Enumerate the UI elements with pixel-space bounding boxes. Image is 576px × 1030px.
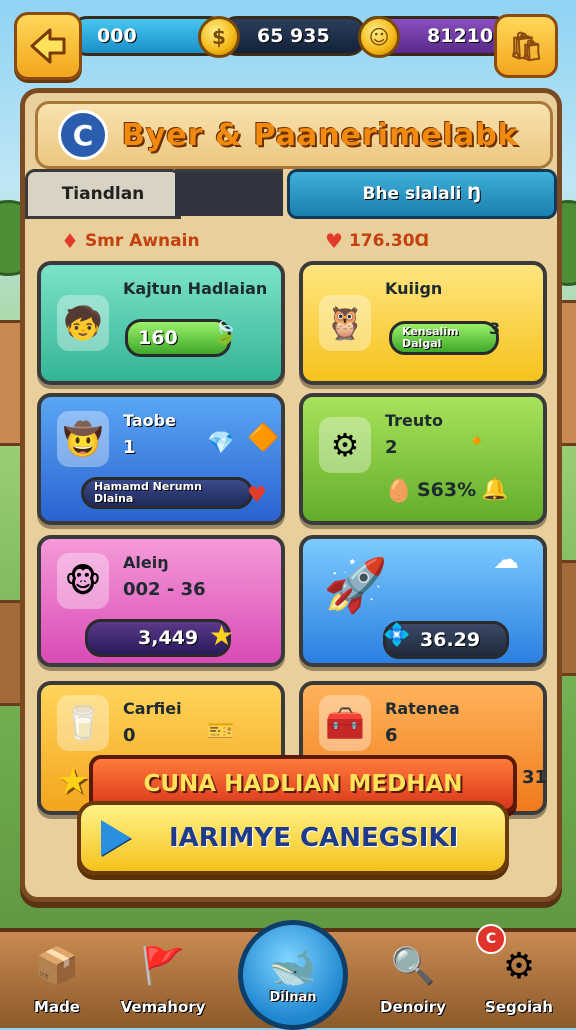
card-number: 2: [385, 437, 398, 458]
star-icon: ★: [57, 761, 90, 802]
chest-icon: 🧰: [319, 695, 371, 751]
card-number: 0: [123, 725, 136, 746]
card-name: Treuto: [385, 411, 443, 430]
flag-icon: 🚩: [140, 946, 186, 987]
heart-icon: ♥: [325, 229, 343, 253]
smile-coin-icon: ☺: [358, 16, 400, 58]
nav-label: Dilnan: [269, 990, 317, 1005]
tab-left[interactable]: Tiandlan: [25, 169, 181, 219]
shop-bag-icon: 🛍: [508, 29, 544, 63]
card-number: 002 - 36: [123, 579, 206, 600]
nav-item-vemahory[interactable]: 🚩 Vemahory: [118, 940, 208, 1024]
gem-icon: 💎: [207, 431, 235, 456]
card-name: Taobe: [123, 411, 176, 430]
card-value-pill: Kensalim Dalgal: [389, 321, 499, 355]
card-badge: 3: [489, 319, 501, 338]
tab-bar: Tiandlan Bhe slalali Ŋ: [25, 169, 557, 219]
card-value: S63%: [417, 479, 477, 501]
nav-label: Made: [34, 998, 80, 1016]
bottom-nav: 📦 Made 🚩 Vemahory 🐋 Dilnan 🔍 Denoiry ⚙ S…: [0, 920, 576, 1030]
main-panel: C Byer & Paanerimelabk Tiandlan Bhe slal…: [20, 88, 562, 902]
star-icon: ★: [209, 619, 235, 652]
section-header-row: ♦ Smr Awnain ♥ 176.30Ɑ: [25, 229, 557, 259]
tab-right[interactable]: Bhe slalali Ŋ: [287, 169, 557, 219]
title-bar: C Byer & Paanerimelabk: [35, 101, 553, 169]
resource-1-value: 000: [97, 25, 137, 47]
creature-avatar-icon: 🦉: [319, 295, 371, 351]
section-label-left: ♦ Smr Awnain: [61, 229, 200, 253]
play-cta-label: IARIMYE CANEGSIKI: [169, 823, 459, 853]
card-3[interactable]: 🤠 Taobe 1 💎 🔶 Hamamd Nerumn Dlaina ♥: [37, 393, 285, 525]
card-number: 6: [385, 725, 398, 746]
nav-label: Denoiry: [380, 998, 446, 1016]
back-button[interactable]: [14, 12, 82, 80]
card-4[interactable]: ⚙ Treuto 2 🔸 🥚 S63% 🔔: [299, 393, 547, 525]
nav-label: Vemahory: [120, 998, 206, 1016]
section-right-text: 176.30Ɑ: [348, 231, 430, 251]
box-icon: 📦: [34, 946, 80, 987]
machine-icon: ⚙: [319, 417, 371, 473]
card-name: Carfiei: [123, 699, 182, 718]
seed-icon: 🥚: [385, 479, 413, 504]
card-5[interactable]: 🐵 Aleiŋ 002 - 36 3,449 ★: [37, 535, 285, 667]
leaf-icon: 🍃: [211, 321, 239, 346]
mug-icon: 🥛: [57, 695, 109, 751]
shop-button[interactable]: 🛍: [494, 14, 558, 78]
card-value: Hamamd Nerumn Dlaina: [94, 480, 202, 505]
card-name: Kuiign: [385, 279, 443, 298]
gem-icon: 💠: [383, 623, 411, 648]
card-name: Aleiŋ: [123, 553, 169, 572]
character-avatar-icon: 🤠: [57, 411, 109, 467]
rocket-icon: 🚀: [323, 556, 388, 616]
character-avatar-icon: 🐵: [57, 553, 109, 609]
ribbon-side-value: 31: [521, 767, 547, 788]
creature-icon: 🐋: [269, 945, 317, 989]
top-resource-bar: 000 65 935 812101 $ ☺ 🛍: [0, 6, 576, 80]
card-value: 3,449: [138, 627, 199, 649]
card-2[interactable]: 🦉 Kuiign Kensalim Dalgal 3: [299, 261, 547, 385]
play-cta-button[interactable]: IARIMYE CANEGSIKI: [77, 801, 509, 875]
magnifier-icon: 🔍: [390, 946, 436, 987]
promo-ribbon-text: CUNA HADLIAN MEDHAN: [143, 771, 463, 797]
card-name: Kajtun Hadlaian: [123, 279, 268, 298]
play-icon: [101, 820, 131, 856]
character-avatar-icon: 🧒: [57, 295, 109, 351]
heart-icon: ♦: [61, 229, 79, 253]
card-name: Ratenea: [385, 699, 460, 718]
cloud-icon: ☁: [493, 545, 519, 575]
resource-bar-2: 65 935: [220, 16, 366, 56]
section-label-right: ♥ 176.30Ɑ: [325, 229, 429, 253]
crystal-icon: 🔸: [463, 429, 491, 454]
card-value: 160: [138, 327, 178, 349]
crystal-icon: 🔶: [247, 423, 280, 453]
arrow-left-icon: [30, 28, 66, 64]
coin-icon: $: [198, 16, 240, 58]
notification-badge: C: [476, 924, 506, 954]
resource-2-value: 65 935: [257, 25, 330, 47]
card-value: 36.29: [420, 629, 481, 651]
tab-spacer: [175, 169, 283, 216]
card-6[interactable]: 🚀 ☁ 36.29 💠: [299, 535, 547, 667]
card-value: Kensalim Dalgal: [402, 325, 459, 350]
card-value-pill: Hamamd Nerumn Dlaina: [81, 477, 253, 509]
nav-item-made[interactable]: 📦 Made: [12, 940, 102, 1024]
logo-icon: C: [58, 110, 108, 160]
card-number: 1: [123, 437, 136, 458]
section-left-text: Smr Awnain: [84, 231, 200, 251]
bell-icon: 🔔: [481, 477, 509, 502]
heart-icon: ♥: [247, 483, 267, 508]
nav-label: Segoiah: [485, 998, 553, 1016]
nav-center-button[interactable]: 🐋 Dilnan: [238, 920, 348, 1030]
ticket-icon: 🎫: [207, 719, 235, 744]
page-title: Byer & Paanerimelabk: [122, 117, 519, 153]
card-1[interactable]: 🧒 Kajtun Hadlaian 160 🍃: [37, 261, 285, 385]
nav-item-denoiry[interactable]: 🔍 Denoiry: [368, 940, 458, 1024]
